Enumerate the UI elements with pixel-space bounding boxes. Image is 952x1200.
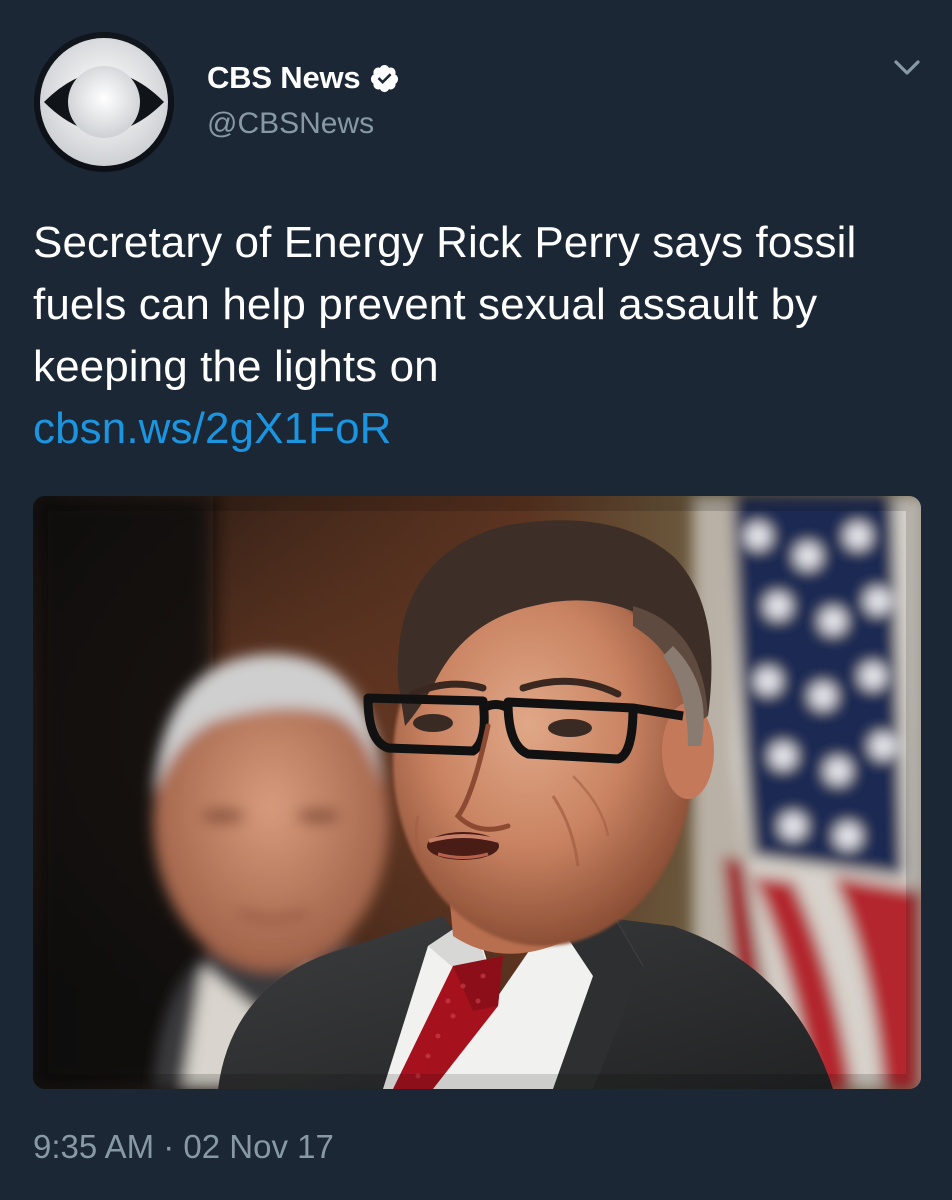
tweet-body: Secretary of Energy Rick Perry says foss…: [33, 218, 857, 391]
tweet-timestamp[interactable]: 9:35 AM · 02 Nov 17: [33, 1128, 334, 1166]
tweet-media-photo[interactable]: [33, 496, 921, 1089]
tweet-link[interactable]: cbsn.ws/2gX1FoR: [33, 398, 923, 460]
tweet-date: 02 Nov 17: [183, 1128, 334, 1165]
tweet-time: 9:35 AM: [33, 1128, 155, 1165]
avatar[interactable]: [34, 32, 174, 172]
chevron-down-icon[interactable]: [892, 56, 922, 80]
cbs-eye-logo-icon: [34, 32, 174, 172]
author-display-name[interactable]: CBS News: [207, 60, 361, 96]
tweet-card[interactable]: CBS News @CBSNews Secretary of Energy Ri…: [0, 0, 952, 1200]
press-photo-image: [33, 496, 921, 1089]
verified-badge-icon: [371, 64, 399, 92]
author-handle[interactable]: @CBSNews: [207, 107, 400, 141]
timestamp-separator: ·: [163, 1128, 175, 1165]
tweet-text: Secretary of Energy Rick Perry says foss…: [33, 212, 923, 460]
name-row: CBS News: [207, 58, 400, 98]
author-block[interactable]: CBS News @CBSNews: [207, 58, 400, 141]
